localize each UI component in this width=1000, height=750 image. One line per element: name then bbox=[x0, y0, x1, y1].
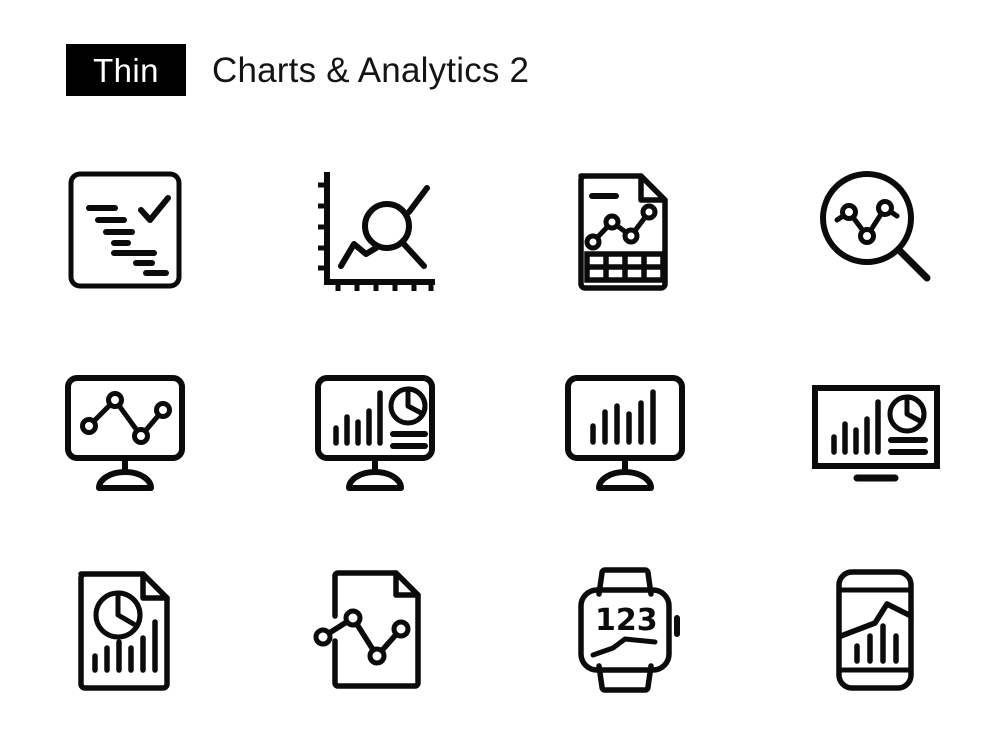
document-line-chart-icon[interactable] bbox=[250, 530, 500, 730]
style-badge: Thin bbox=[66, 44, 186, 96]
smartphone-chart-icon[interactable] bbox=[750, 530, 1000, 730]
magnifier-line-chart-icon[interactable] bbox=[750, 130, 1000, 330]
watch-display-value: 123 bbox=[595, 603, 658, 638]
axis-chart-search-icon[interactable] bbox=[250, 130, 500, 330]
checklist-report-icon[interactable] bbox=[0, 130, 250, 330]
monitor-bar-chart-icon[interactable] bbox=[500, 330, 750, 530]
monitor-dashboard-icon[interactable] bbox=[250, 330, 500, 530]
style-badge-label: Thin bbox=[93, 51, 159, 89]
page-title: Charts & Analytics 2 bbox=[212, 50, 530, 90]
icon-sheet: Thin Charts & Analytics 2 123 bbox=[0, 0, 1000, 750]
smartwatch-chart-icon[interactable]: 123 bbox=[500, 530, 750, 730]
document-pie-bar-icon[interactable] bbox=[0, 530, 250, 730]
icon-grid: 123 bbox=[0, 130, 1000, 730]
sheet-header: Thin Charts & Analytics 2 bbox=[66, 44, 529, 96]
monitor-line-chart-icon[interactable] bbox=[0, 330, 250, 530]
report-document-table-icon[interactable] bbox=[500, 130, 750, 330]
widescreen-dashboard-icon[interactable] bbox=[750, 330, 1000, 530]
